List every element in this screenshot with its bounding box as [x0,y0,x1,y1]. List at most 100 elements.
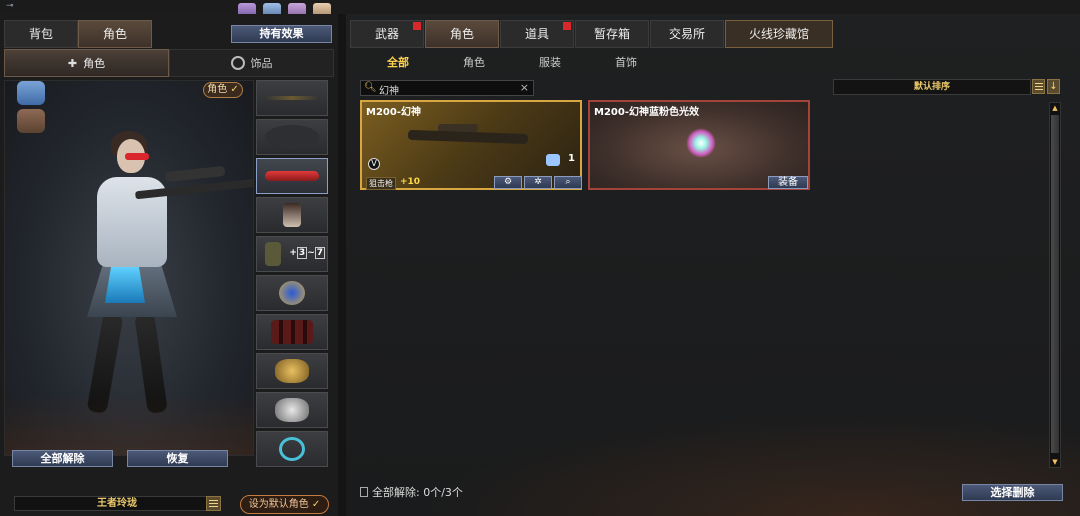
character-goggles [125,153,149,160]
cards-icon [271,320,313,344]
character-preview[interactable]: 角色 ✓ [4,80,254,456]
left-subtabs: ✚ 角色 饰品 [4,49,334,77]
check-icon: ✓ [230,84,239,95]
scroll-down-icon[interactable]: ▼ [1050,457,1060,467]
glow-effect-icon [686,128,716,158]
clear-search-icon[interactable]: × [520,81,529,94]
role-badge-label: 角色 [207,84,228,95]
left-action-buttons: 全部解除 恢复 [12,450,228,467]
tab-character[interactable]: 角色 [78,20,152,48]
left-tabs: 背包 角色 [4,20,152,48]
new-badge-icon [563,22,571,30]
category-all[interactable]: 全部 [360,54,436,70]
item-list-scrollbar[interactable]: ▲ ▼ [1049,102,1061,468]
slot-backpack[interactable]: +3 ~7 [256,236,328,272]
subtab-accessory-label: 饰品 [250,57,273,70]
tab-weapons-label: 武器 [374,27,399,41]
slot-helmet[interactable] [256,119,328,155]
category-jewelry[interactable]: 首饰 [588,54,664,70]
backpack-icon [265,242,281,266]
character-plus-icon: ✚ [67,56,78,70]
helmet-icon [265,125,319,149]
character-name-field[interactable]: 王者玲珑 [14,496,220,511]
left-panel: 背包 角色 持有效果 ✚ 角色 饰品 角色 ✓ 全部解除 恢复 + 3 ~ 7 … [0,14,338,516]
tab-storage-label: 暂存箱 [593,27,630,41]
sort-dropdown[interactable]: 默认排序 [833,79,1031,95]
gear-icon: ✲ [534,177,542,187]
category-clothing[interactable]: 服装 [512,54,588,70]
sort-menu-icon[interactable] [1032,79,1045,94]
gold-pet-icon [275,359,309,383]
item-settings-button[interactable]: ✲ [524,176,552,189]
unequip-all-button[interactable]: 全部解除 [12,450,113,467]
tab-characters[interactable]: 角色 [425,20,499,48]
key-icon: ⊸ [6,1,14,11]
tab-exchange-label: 交易所 [668,27,705,41]
restore-button[interactable]: 恢复 [127,450,228,467]
unequip-status-text: 全部解除: 0个/3个 [372,486,463,499]
slot-bracelet[interactable] [256,431,328,467]
sort-direction-icon[interactable]: ↓ [1047,79,1060,94]
tab-collection-museum[interactable]: 火线珍藏馆 [725,20,833,48]
tab-storage[interactable]: 暂存箱 [575,20,649,48]
hold-effect-button[interactable]: 持有效果 [231,25,332,43]
search-value: 幻神 [379,86,399,97]
tab-collection-label: 火线珍藏馆 [748,27,809,41]
sniper-rifle-icon [407,129,529,145]
slot-pet-silver[interactable] [256,392,328,428]
item-title: M200-幻神蓝粉色光效 [594,107,699,118]
silver-pet-icon [275,398,309,422]
right-panel: 武器 角色 道具 暂存箱 交易所 火线珍藏馆 全部 角色 服装 首饰 🔍︎ 幻神… [346,14,1080,516]
tab-items[interactable]: 道具 [500,20,574,48]
avatar-icon [283,203,301,227]
ember-glow [5,395,253,455]
quantity-icon [546,154,560,166]
slot-emblem[interactable] [256,275,328,311]
role-badge[interactable]: 角色 ✓ [203,82,243,98]
character-model [65,117,253,417]
character-list-menu-icon[interactable] [206,496,221,511]
ring-icon [230,56,245,70]
subtab-accessory[interactable]: 饰品 [169,49,334,77]
tab-weapons[interactable]: 武器 [350,20,424,48]
item-title: M200-幻神 [366,107,421,118]
slot-stat-plus: + [289,248,297,258]
goggles-view-icon[interactable] [17,81,45,105]
set-default-label: 设为默认角色 [248,499,309,510]
tab-backpack[interactable]: 背包 [4,20,78,48]
unequip-status: 全部解除: 0个/3个 [360,484,463,500]
scroll-thumb[interactable] [1051,115,1059,453]
item-upgrade-button[interactable]: ⚙ [494,176,522,189]
set-default-character-button[interactable]: 设为默认角色 ✓ [240,495,329,514]
slot-cards[interactable] [256,314,328,350]
slot-stat-b: 7 [314,247,325,259]
tab-exchange[interactable]: 交易所 [650,20,724,48]
slot-weapon[interactable] [256,80,328,116]
tab-items-label: 道具 [524,27,549,41]
check-icon: ✓ [311,499,321,510]
category-character[interactable]: 角色 [436,54,512,70]
item-inspect-button[interactable]: ⌕ [554,176,582,189]
slot-stat-a: 3 [296,247,308,259]
item-card-m200-effect[interactable]: M200-幻神蓝粉色光效 装备 [588,100,810,190]
emote-view-icon[interactable] [17,109,45,133]
item-count: 1 [568,153,575,164]
slot-avatar[interactable] [256,197,328,233]
slot-goggles[interactable] [256,158,328,194]
item-card-m200[interactable]: M200-幻神 V 1 狙击枪 +10 ⚙ ✲ ⌕ [360,100,582,190]
search-icon: 🔍︎ [364,82,377,93]
scroll-up-icon[interactable]: ▲ [1050,103,1060,113]
select-delete-button[interactable]: 选择删除 [962,484,1063,501]
subtab-character-label: 角色 [83,57,106,70]
emblem-icon [279,281,305,305]
slot-pet-gold[interactable] [256,353,328,389]
search-input[interactable]: 🔍︎ 幻神 × [360,80,534,97]
magnifier-icon: ⌕ [565,177,571,187]
goggles-icon [265,171,319,181]
rifle-scope [164,165,226,183]
subtab-character[interactable]: ✚ 角色 [4,49,169,77]
equip-button[interactable]: 装备 [768,176,808,189]
rifle-icon [265,96,319,100]
bookmark-icon [360,487,368,497]
inventory-tabs: 武器 角色 道具 暂存箱 交易所 火线珍藏馆 [350,20,834,48]
